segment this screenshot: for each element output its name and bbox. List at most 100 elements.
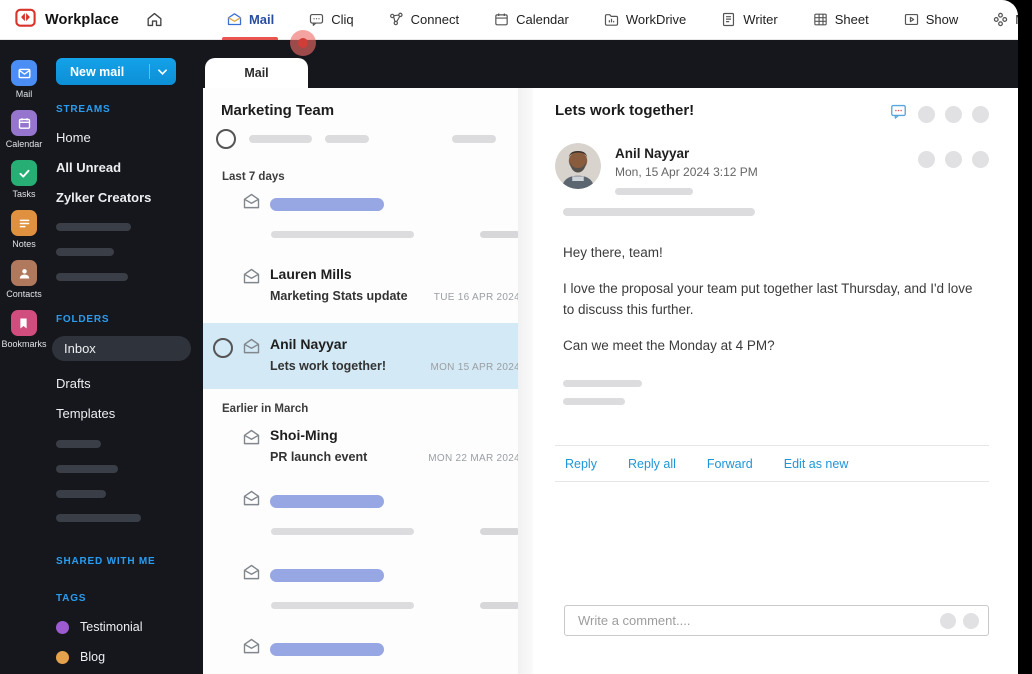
rail-item-mail[interactable]: Mail bbox=[11, 60, 37, 99]
group-label: Last 7 days bbox=[222, 171, 285, 183]
tab-calendar[interactable]: Calendar bbox=[493, 0, 569, 40]
tab-cliq[interactable]: Cliq bbox=[308, 0, 354, 40]
rail-label: Bookmarks bbox=[1, 339, 47, 349]
comment-input[interactable] bbox=[578, 613, 940, 628]
action-placeholder-icon[interactable] bbox=[918, 151, 935, 168]
action-placeholder-icon[interactable] bbox=[940, 612, 956, 629]
mail-list-item-skeleton[interactable] bbox=[203, 628, 533, 674]
mail-list-item-selected[interactable]: Anil Nayyar Lets work together! MON 15 A… bbox=[203, 323, 533, 389]
reply-link[interactable]: Reply bbox=[565, 457, 597, 471]
skeleton-sender-bar bbox=[270, 568, 384, 582]
mail-icon bbox=[226, 11, 243, 28]
mail-view-tab[interactable]: Mail bbox=[205, 58, 308, 88]
mail-list-item-skeleton[interactable] bbox=[203, 554, 533, 619]
detail-secondary-icons bbox=[918, 143, 989, 195]
comment-box bbox=[564, 605, 989, 636]
action-placeholder-icon[interactable] bbox=[972, 105, 989, 123]
brand[interactable]: Workplace bbox=[14, 6, 119, 34]
select-all-radio[interactable] bbox=[216, 129, 236, 149]
rail-item-contacts[interactable]: Contacts bbox=[6, 260, 42, 299]
content-column: Mail Marketing Team Last 7 days Lauren M… bbox=[203, 40, 1018, 674]
calendar-icon bbox=[493, 11, 510, 28]
tab-meeting[interactable]: Meeting bbox=[992, 0, 1018, 40]
mail-subject: Marketing Stats update bbox=[270, 289, 408, 303]
sent-timestamp: Mon, 15 Apr 2024 3:12 PM bbox=[615, 165, 758, 179]
streams-section-label: STREAMS bbox=[56, 104, 111, 115]
app-rail: Mail Calendar Tasks Notes Contacts Bookm… bbox=[0, 40, 48, 674]
contacts-person-icon bbox=[11, 260, 37, 286]
detail-header-icons bbox=[889, 102, 989, 126]
comments-icon[interactable] bbox=[889, 102, 908, 126]
sidebar-item-home[interactable]: Home bbox=[56, 130, 191, 145]
show-play-icon bbox=[903, 11, 920, 28]
tab-mail[interactable]: Mail bbox=[221, 0, 279, 40]
skeleton-subject-bar bbox=[271, 528, 414, 535]
sidebar-item-templates[interactable]: Templates bbox=[56, 406, 191, 421]
reply-all-link[interactable]: Reply all bbox=[628, 457, 676, 471]
main-area: Mail Calendar Tasks Notes Contacts Bookm… bbox=[0, 40, 1018, 674]
tab-connect[interactable]: Connect bbox=[388, 0, 459, 40]
skeleton-signature-bar bbox=[563, 380, 642, 387]
sidebar-item-inbox[interactable]: Inbox bbox=[52, 336, 191, 361]
tab-show[interactable]: Show bbox=[903, 0, 958, 40]
home-icon[interactable] bbox=[145, 10, 164, 29]
tab-label: WorkDrive bbox=[625, 12, 687, 27]
action-placeholder-icon[interactable] bbox=[945, 105, 962, 123]
sidebar-item-all-unread[interactable]: All Unread bbox=[56, 160, 191, 175]
skeleton-subject-bar bbox=[271, 231, 414, 238]
skeleton-bar bbox=[56, 465, 118, 473]
connect-network-icon bbox=[388, 11, 405, 28]
action-placeholder-icon[interactable] bbox=[945, 151, 962, 168]
sidebar-item-zylker-creators[interactable]: Zylker Creators bbox=[56, 190, 191, 205]
divider bbox=[555, 481, 989, 482]
shared-section-label: SHARED WITH ME bbox=[56, 556, 156, 567]
action-placeholder-icon[interactable] bbox=[972, 151, 989, 168]
tag-item-testimonial[interactable]: Testimonial bbox=[56, 620, 191, 634]
chevron-down-icon[interactable] bbox=[149, 64, 176, 79]
tag-item-blog[interactable]: Blog bbox=[56, 650, 191, 664]
writer-document-icon bbox=[720, 11, 737, 28]
open-envelope-icon bbox=[241, 636, 262, 662]
cliq-chat-icon bbox=[308, 11, 325, 28]
sidebar-item-drafts[interactable]: Drafts bbox=[56, 376, 191, 391]
rail-label: Calendar bbox=[5, 139, 43, 149]
mail-list-item-skeleton[interactable] bbox=[203, 480, 533, 545]
calendar-icon bbox=[11, 110, 37, 136]
skeleton-sender-bar bbox=[270, 494, 384, 508]
forward-link[interactable]: Forward bbox=[707, 457, 753, 471]
topbar: Workplace Mail Cliq Connect Calendar Wor… bbox=[0, 0, 1018, 40]
open-envelope-icon bbox=[241, 266, 262, 292]
open-envelope-icon bbox=[241, 191, 262, 217]
tab-workdrive[interactable]: WorkDrive bbox=[603, 0, 686, 40]
mail-list-item[interactable]: Lauren Mills Marketing Stats update TUE … bbox=[203, 256, 533, 315]
tags-section-label: TAGS bbox=[56, 593, 87, 604]
action-placeholder-icon[interactable] bbox=[918, 105, 935, 123]
mail-list-item[interactable]: Shoi-Ming PR launch event MON 22 MAR 202… bbox=[203, 417, 533, 476]
cursor-click-indicator bbox=[290, 30, 316, 56]
sender-name: Anil Nayyar bbox=[270, 336, 348, 352]
skeleton-bar bbox=[56, 514, 141, 522]
tab-writer[interactable]: Writer bbox=[720, 0, 778, 40]
edit-as-new-link[interactable]: Edit as new bbox=[784, 457, 849, 471]
workplace-window: Workplace Mail Cliq Connect Calendar Wor… bbox=[0, 0, 1018, 674]
tag-dot bbox=[56, 650, 69, 664]
body-paragraph: Can we meet the Monday at 4 PM? bbox=[563, 337, 775, 353]
action-placeholder-icon[interactable] bbox=[963, 612, 979, 629]
sender-avatar[interactable] bbox=[555, 143, 601, 189]
tab-label: Meeting bbox=[1015, 12, 1018, 27]
skeleton-subject-bar bbox=[271, 602, 414, 609]
tab-sheet[interactable]: Sheet bbox=[812, 0, 869, 40]
rail-item-bookmarks[interactable]: Bookmarks bbox=[1, 310, 47, 349]
skeleton-date-bar bbox=[480, 528, 520, 535]
tag-label: Testimonial bbox=[80, 620, 143, 634]
list-scrollbar[interactable] bbox=[518, 88, 533, 674]
mail-date: TUE 16 APR 2024 bbox=[433, 292, 520, 303]
rail-item-notes[interactable]: Notes bbox=[11, 210, 37, 249]
mail-list-item-skeleton[interactable] bbox=[203, 183, 533, 248]
notes-lines-icon bbox=[11, 210, 37, 236]
workdrive-folder-icon bbox=[603, 11, 620, 28]
new-mail-button[interactable]: New mail bbox=[56, 58, 176, 85]
item-radio[interactable] bbox=[213, 338, 233, 358]
rail-item-tasks[interactable]: Tasks bbox=[11, 160, 37, 199]
rail-item-calendar[interactable]: Calendar bbox=[5, 110, 43, 149]
